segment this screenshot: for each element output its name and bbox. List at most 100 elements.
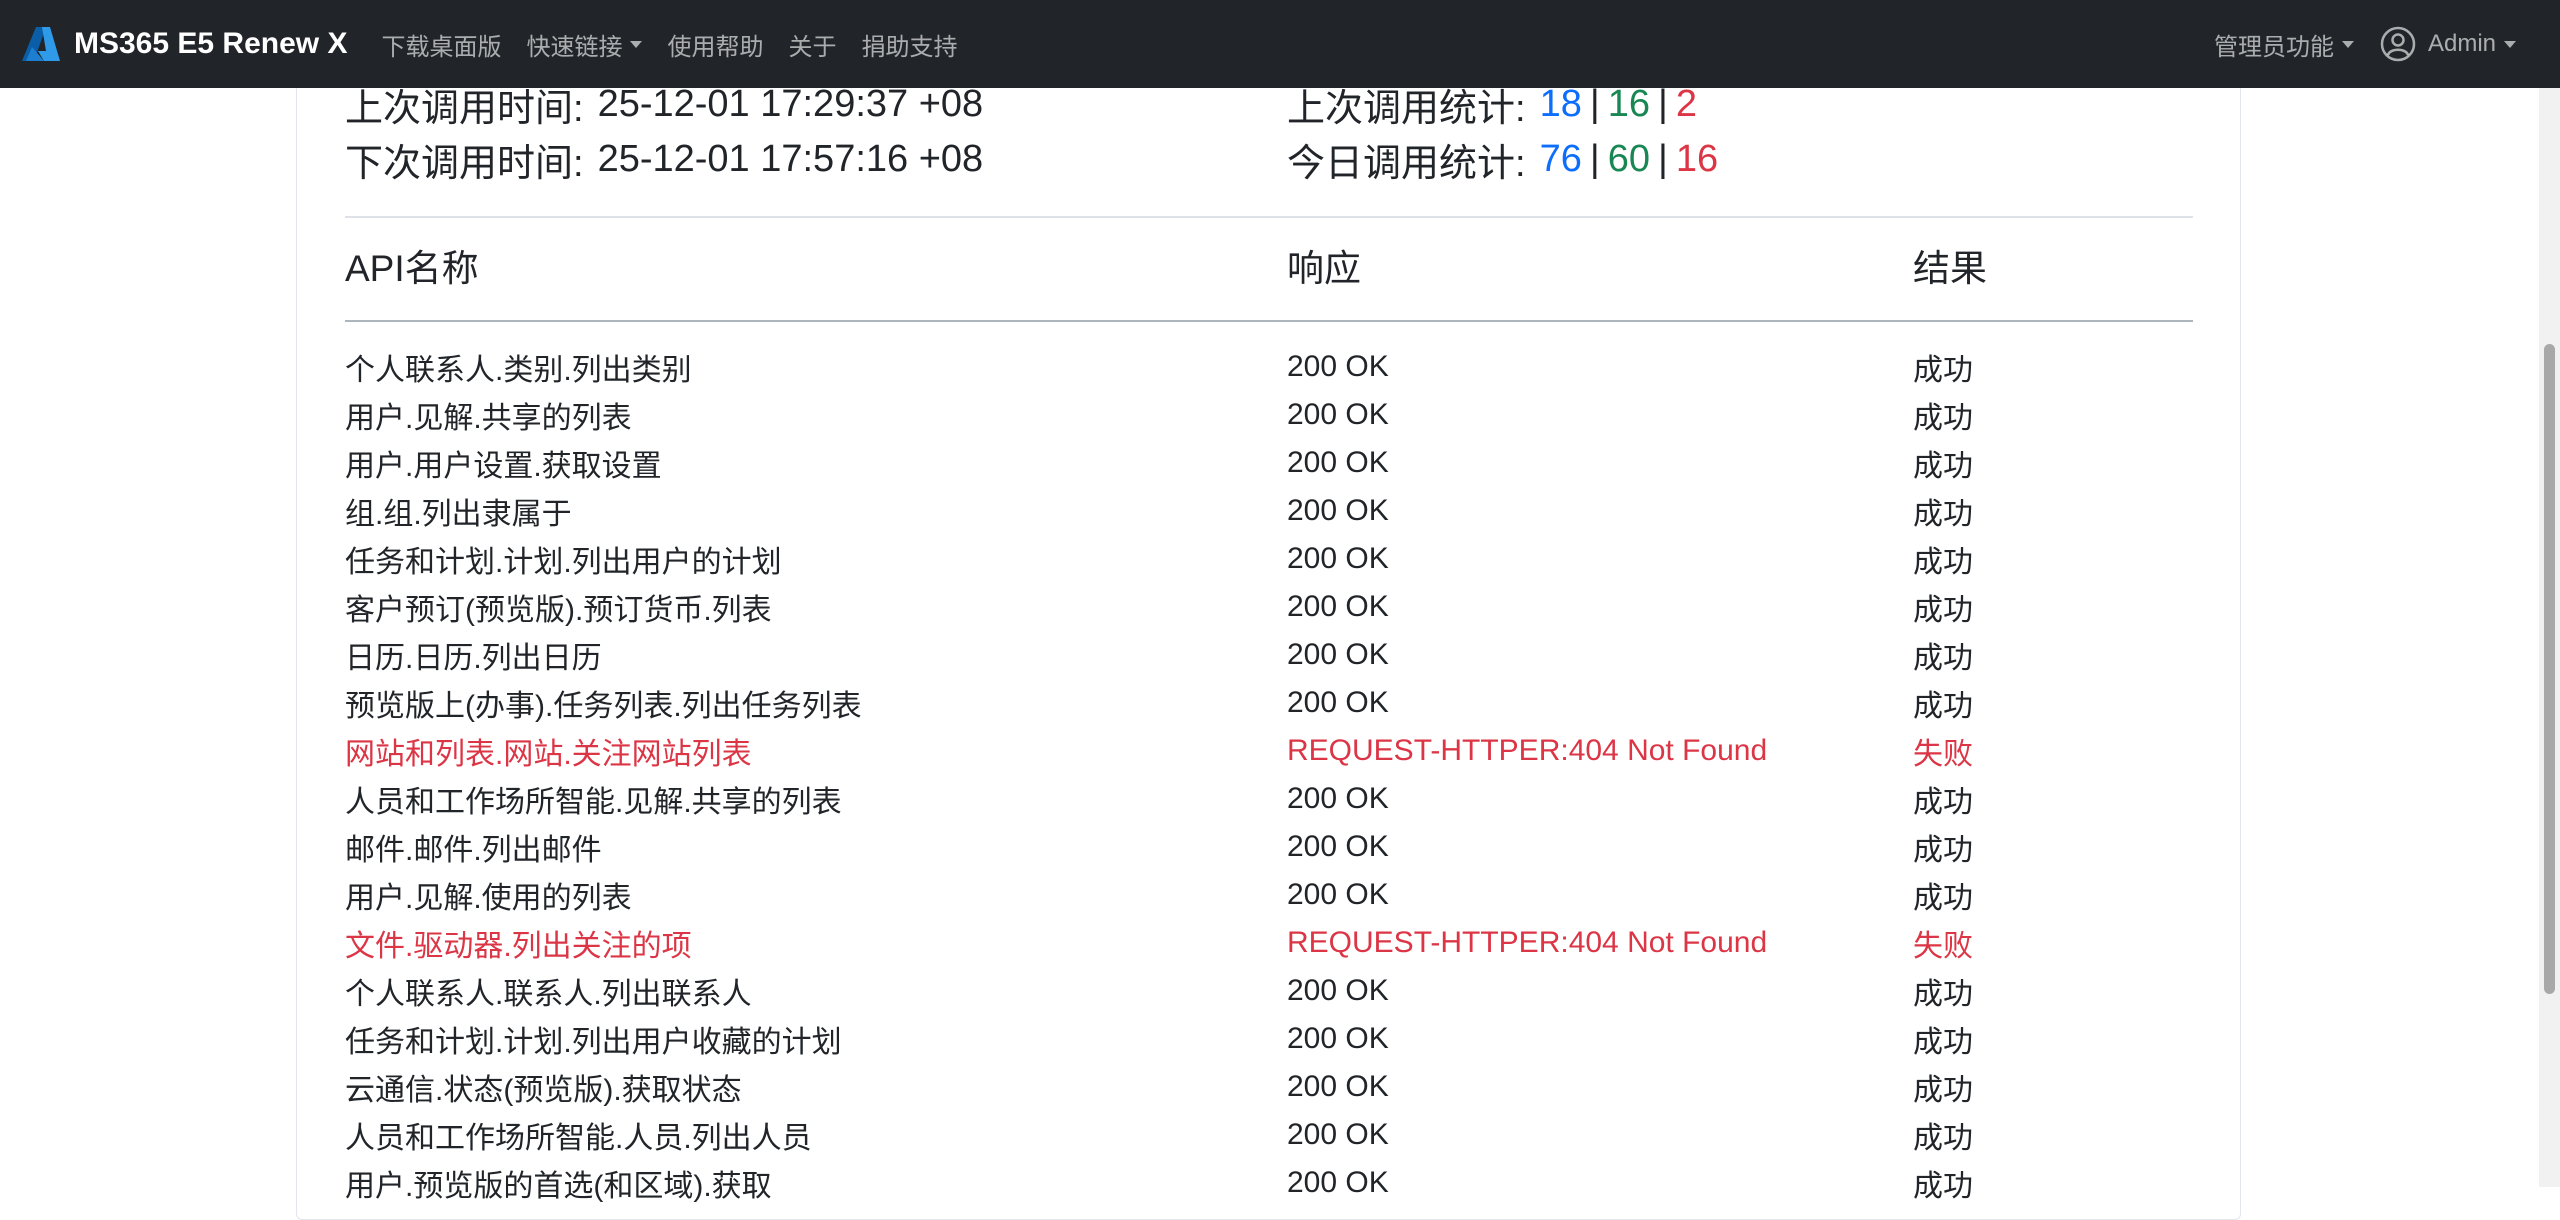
table-row: 预览版上(办事).任务列表.列出任务列表 200 OK 成功 [0,679,2540,727]
user-menu[interactable]: Admin [2428,30,2516,58]
result-cell: 成功 [1913,354,1973,387]
response-cell: 200 OK [1287,974,1389,1007]
response-cell: 200 OK [1287,542,1389,575]
brand-name: MS365 E5 Renew X [74,27,348,60]
api-name-cell: 任务和计划.计划.列出用户的计划 [345,546,782,579]
next-call-time: 下次调用时间: 25-12-01 17:57:16 +08 [345,134,984,185]
api-name-cell: 用户.预览版的首选(和区域).获取 [345,1170,772,1203]
table-row: 日历.日历.列出日历 200 OK 成功 [0,631,2540,679]
separator: | [1658,82,1668,125]
response-cell: 200 OK [1287,350,1389,383]
response-cell: 200 OK [1287,494,1389,527]
user-circle-icon[interactable] [2380,26,2416,62]
result-cell: 成功 [1913,594,1973,627]
table-row: 任务和计划.计划.列出用户收藏的计划 200 OK 成功 [0,1015,2540,1063]
table-row: 文件.驱动器.列出关注的项 REQUEST-HTTPER:404 Not Foun… [0,919,2540,967]
result-cell: 成功 [1913,450,1973,483]
response-cell: 200 OK [1287,878,1389,911]
nav-quick-links-label: 快速链接 [526,33,623,61]
api-name-cell: 云通信.状态(预览版).获取状态 [345,1074,742,1107]
admin-functions-menu[interactable]: 管理员功能 [2214,27,2354,62]
api-name-cell: 人员和工作场所智能.人员.列出人员 [345,1122,812,1155]
response-cell: REQUEST-HTTPER:404 Not Found [1287,926,1768,959]
last-stats-total: 18 [1539,82,1582,125]
result-cell: 失败 [1913,738,1973,771]
table-row: 人员和工作场所智能.人员.列出人员 200 OK 成功 [0,1111,2540,1159]
nav-about[interactable]: 关于 [788,27,836,62]
result-cell: 成功 [1913,546,1973,579]
chevron-down-icon [2504,40,2516,48]
response-cell: 200 OK [1287,1070,1389,1103]
separator: | [1589,137,1600,180]
response-cell: REQUEST-HTTPER:404 Not Found [1287,734,1768,767]
response-cell: 200 OK [1287,398,1389,431]
api-name-cell: 任务和计划.计划.列出用户收藏的计划 [345,1026,842,1059]
column-header-result: 结果 [1913,248,1987,289]
api-name-cell: 网站和列表.网站.关注网站列表 [345,738,752,771]
response-cell: 200 OK [1287,830,1389,863]
table-row: 用户.见解.共享的列表 200 OK 成功 [0,391,2540,439]
today-call-stats: 今日调用统计: 76 | 60 | 16 [1287,134,1718,185]
next-call-value: 25-12-01 17:57:16 +08 [597,137,984,180]
api-name-cell: 客户预订(预览版).预订货币.列表 [345,594,772,627]
response-cell: 200 OK [1287,782,1389,815]
result-cell: 成功 [1913,882,1973,915]
table-row: 邮件.邮件.列出邮件 200 OK 成功 [0,823,2540,871]
separator: | [1589,82,1600,125]
azure-logo-icon [22,27,60,61]
table-row: 用户.用户设置.获取设置 200 OK 成功 [0,439,2540,487]
nav-quick-links[interactable]: 快速链接 [526,27,643,62]
table-row: 用户.预览版的首选(和区域).获取 200 OK 成功 [0,1159,2540,1207]
api-name-cell: 用户.见解.使用的列表 [345,882,632,915]
api-name-cell: 日历.日历.列出日历 [345,642,602,675]
response-cell: 200 OK [1287,446,1389,479]
separator: | [1658,137,1668,180]
table-row: 客户预订(预览版).预订货币.列表 200 OK 成功 [0,583,2540,631]
today-stats-label: 今日调用统计: [1287,142,1526,185]
api-name-cell: 个人联系人.类别.列出类别 [345,354,692,387]
api-name-cell: 人员和工作场所智能.见解.共享的列表 [345,786,842,819]
table-row: 个人联系人.联系人.列出联系人 200 OK 成功 [0,967,2540,1015]
result-cell: 成功 [1913,402,1973,435]
api-name-cell: 预览版上(办事).任务列表.列出任务列表 [345,690,862,723]
nav-help[interactable]: 使用帮助 [667,27,763,62]
api-name-cell: 组.组.列出隶属于 [345,498,572,531]
today-stats-total: 76 [1539,137,1582,180]
header-divider [345,320,2193,322]
table-row: 云通信.状态(预览版).获取状态 200 OK 成功 [0,1063,2540,1111]
response-cell: 200 OK [1287,1118,1389,1151]
result-cell: 成功 [1913,1122,1973,1155]
response-cell: 200 OK [1287,686,1389,719]
result-cell: 失败 [1913,930,1973,963]
result-cell: 成功 [1913,1026,1973,1059]
result-cell: 成功 [1913,1074,1973,1107]
api-name-cell: 邮件.邮件.列出邮件 [345,834,602,867]
chevron-down-icon [630,40,643,48]
table-row: 个人联系人.类别.列出类别 200 OK 成功 [0,343,2540,391]
nav-donate[interactable]: 捐助支持 [861,27,957,62]
response-cell: 200 OK [1287,590,1389,623]
brand[interactable]: MS365 E5 Renew X [20,23,347,65]
last-stats-success: 16 [1607,82,1650,125]
table-row: 用户.见解.使用的列表 200 OK 成功 [0,871,2540,919]
result-cell: 成功 [1913,642,1973,675]
admin-functions-label: 管理员功能 [2213,33,2334,61]
table-row: 任务和计划.计划.列出用户的计划 200 OK 成功 [0,535,2540,583]
api-name-cell: 用户.见解.共享的列表 [345,402,632,435]
today-stats-success: 60 [1607,137,1650,180]
nav-download-desktop[interactable]: 下载桌面版 [381,27,501,62]
api-name-cell: 文件.驱动器.列出关注的项 [345,930,692,963]
result-cell: 成功 [1913,978,1973,1011]
next-call-label: 下次调用时间: [345,142,584,185]
result-cell: 成功 [1913,1170,1973,1203]
response-cell: 200 OK [1287,1166,1389,1199]
api-name-cell: 用户.用户设置.获取设置 [345,450,662,483]
vertical-scrollbar[interactable] [2539,88,2560,1187]
scrollbar-thumb[interactable] [2544,344,2555,994]
column-header-response: 响应 [1287,248,1361,289]
result-cell: 成功 [1913,690,1973,723]
stats-divider [345,216,2193,218]
response-cell: 200 OK [1287,638,1389,671]
api-name-cell: 个人联系人.联系人.列出联系人 [345,978,752,1011]
result-cell: 成功 [1913,834,1973,867]
